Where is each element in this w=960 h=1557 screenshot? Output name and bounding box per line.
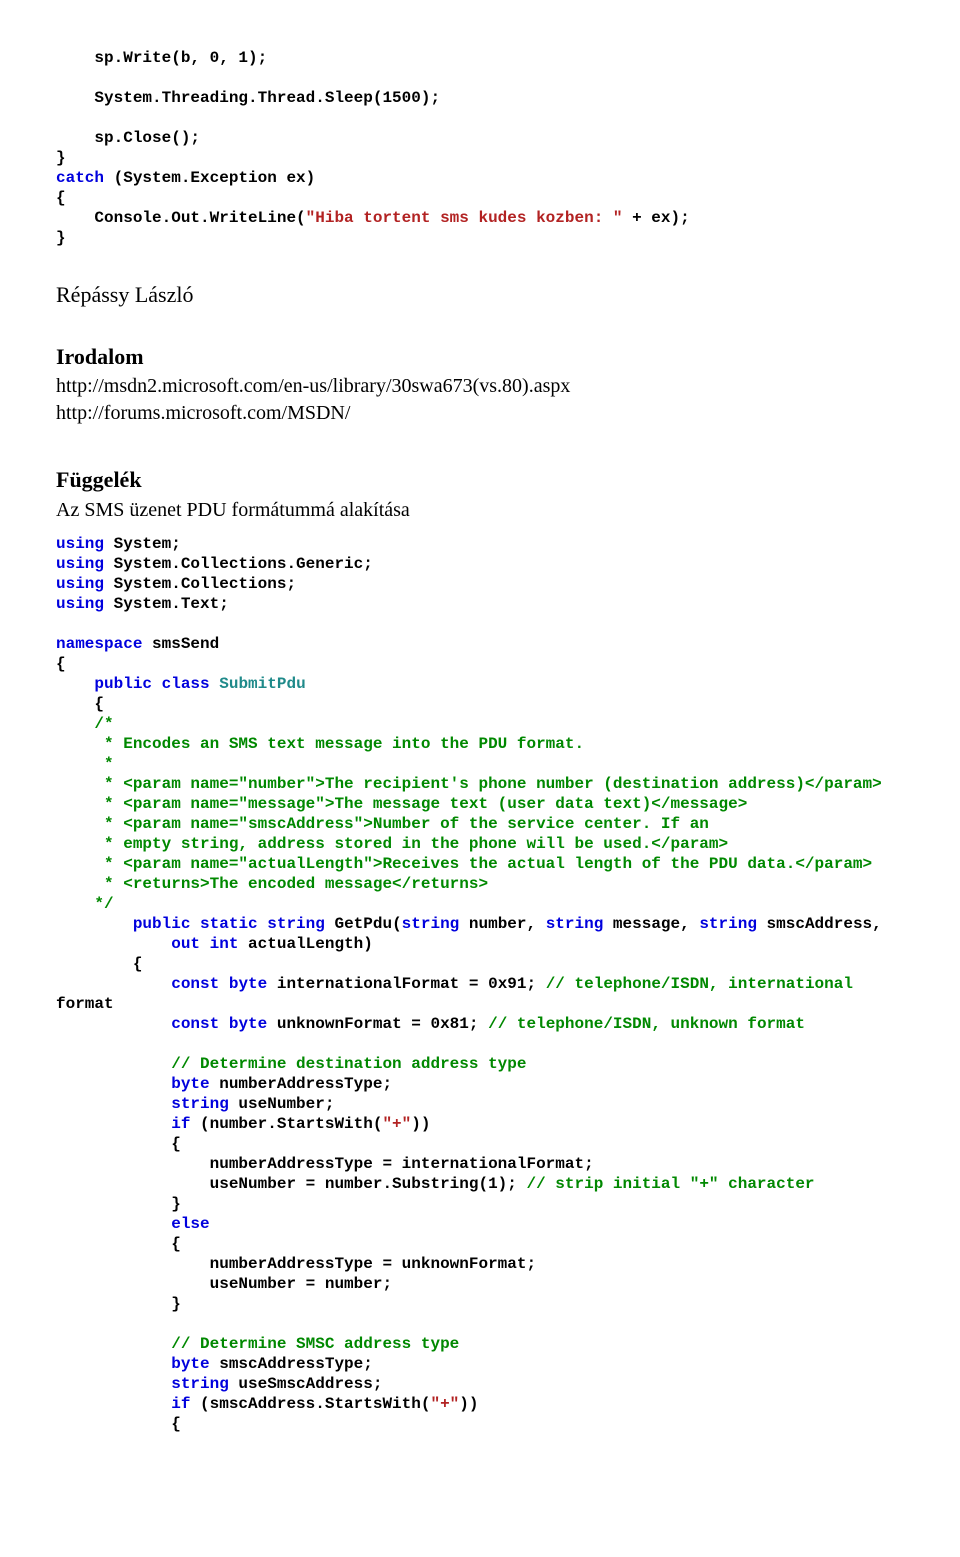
code-line: catch (System.Exception ex) [56, 169, 315, 187]
code-line: namespace smsSend [56, 635, 219, 653]
code-line: { [56, 695, 104, 713]
code-line: { [56, 655, 66, 673]
section-title-fuggelek: Függelék [56, 465, 904, 495]
reference-link-1: http://msdn2.microsoft.com/en-us/library… [56, 373, 904, 400]
code-line: // Determine SMSC address type [56, 1335, 459, 1353]
code-line: Console.Out.WriteLine("Hiba tortent sms … [56, 209, 690, 227]
class-name: SubmitPdu [219, 675, 305, 693]
code-line: sp.Write(b, 0, 1); [56, 49, 267, 67]
code-line: public class SubmitPdu [56, 675, 306, 693]
code-line: public static string GetPdu(string numbe… [56, 915, 882, 933]
code-line: } [56, 1195, 181, 1213]
code-line: useNumber = number.Substring(1); // stri… [56, 1175, 815, 1193]
code-line: using System.Text; [56, 595, 229, 613]
code-line: numberAddressType = unknownFormat; [56, 1255, 536, 1273]
comment-block: /* * Encodes an SMS text message into th… [56, 715, 882, 913]
string-literal: "+" [430, 1395, 459, 1413]
code-line: out int actualLength) [56, 935, 373, 953]
keyword-catch: catch [56, 169, 104, 187]
code-line: { [56, 1135, 181, 1153]
code-line: else [56, 1215, 210, 1233]
code-line: const byte unknownFormat = 0x81; // tele… [56, 1015, 805, 1033]
inline-comment: // strip initial "+" character [526, 1175, 814, 1193]
code-line: useNumber = number; [56, 1275, 392, 1293]
code-line: numberAddressType = internationalFormat; [56, 1155, 594, 1173]
code-line: using System.Collections.Generic; [56, 555, 373, 573]
code-line: if (number.StartsWith("+")) [56, 1115, 430, 1133]
inline-comment: // telephone/ISDN, international [546, 975, 863, 993]
code-line: } [56, 149, 66, 167]
code-line: } [56, 1295, 181, 1313]
code-line: using System.Collections; [56, 575, 296, 593]
author-name: Répássy László [56, 280, 904, 310]
code-block-1: sp.Write(b, 0, 1); System.Threading.Thre… [56, 48, 904, 248]
code-line: string useNumber; [56, 1095, 334, 1113]
section-title-irodalom: Irodalom [56, 342, 904, 372]
code-line: byte smscAddressType; [56, 1355, 373, 1373]
code-line: const byte internationalFormat = 0x91; /… [56, 975, 863, 993]
code-line: { [56, 1415, 181, 1433]
code-line: { [56, 189, 66, 207]
code-line: if (smscAddress.StartsWith("+")) [56, 1395, 478, 1413]
code-line: System.Threading.Thread.Sleep(1500); [56, 89, 440, 107]
code-line: { [56, 1235, 181, 1253]
code-line: sp.Close(); [56, 129, 200, 147]
code-line: } [56, 229, 66, 247]
inline-comment: // telephone/ISDN, unknown format [488, 1015, 805, 1033]
string-literal: "+" [382, 1115, 411, 1133]
string-literal: "Hiba tortent sms kudes kozben: " [306, 209, 623, 227]
code-line: string useSmscAddress; [56, 1375, 382, 1393]
reference-link-2: http://forums.microsoft.com/MSDN/ [56, 400, 904, 427]
code-block-2: using System; using System.Collections.G… [56, 534, 904, 1434]
code-line: using System; [56, 535, 181, 553]
section-subtitle: Az SMS üzenet PDU formátummá alakítása [56, 497, 904, 524]
code-line: { [56, 955, 142, 973]
code-line: // Determine destination address type [56, 1055, 526, 1073]
code-line: byte numberAddressType; [56, 1075, 392, 1093]
code-line: format [56, 995, 114, 1013]
